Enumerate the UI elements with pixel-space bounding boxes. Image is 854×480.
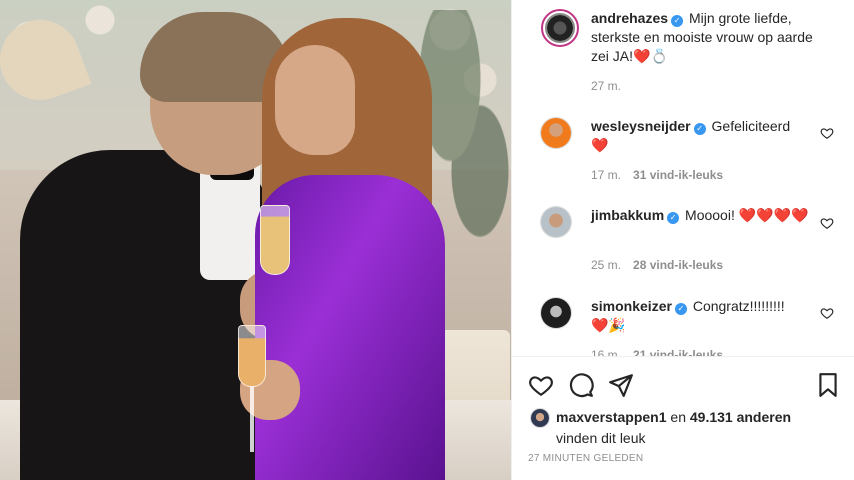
comment-text: Gefeliciteerd [711,118,791,134]
photo-champagne-glass-2 [238,325,266,387]
liked-by-username[interactable]: maxverstappen1 [556,409,667,425]
author-username[interactable]: andrehazes [591,10,668,26]
verified-badge-icon: ✓ [667,212,680,224]
comment-item: simonkeizer ✓ Congratz!!!!!!!!! ❤️🎉 16 m.… [528,297,844,356]
comment-text-block: wesleysneijder ✓ Gefeliciteerd ❤️ [591,117,823,155]
photo-champagne-glass-1 [260,205,290,275]
comment-like-heart-icon[interactable] [820,216,834,230]
avatar-image [541,298,571,328]
bookmark-icon[interactable] [815,372,841,398]
comment-time[interactable]: 17 m. [591,168,621,182]
verified-badge-icon: ✓ [693,123,706,135]
avatar-image [541,207,571,237]
photo-glass-stem [250,387,254,452]
comment-bubble-icon[interactable] [568,372,594,398]
comment-emoji: ❤️🎉 [591,317,626,333]
comment-likes[interactable]: 28 vind-ik-leuks [633,258,723,272]
comments-scroll-area[interactable]: andrehazes ✓ Mijn grote liefde, sterkste … [512,0,854,356]
comment-username[interactable]: jimbakkum [591,207,664,223]
comment-like-heart-icon[interactable] [820,306,834,320]
commenter-avatar[interactable] [540,297,572,329]
comment-time[interactable]: 25 m. [591,258,621,272]
comment-item: wesleysneijder ✓ Gefeliciteerd ❤️ 17 m. 31… [528,117,844,197]
comment-text: Mooooi! [685,207,735,223]
liked-by-suffix: vinden dit leuk [556,430,646,447]
comment-likes[interactable]: 31 vind-ik-leuks [633,168,723,182]
liked-by-count[interactable]: 49.131 anderen [690,409,791,425]
verified-badge-icon: ✓ [674,303,687,315]
comment-meta: 17 m. 31 vind-ik-leuks [591,168,723,182]
comment-username[interactable]: simonkeizer [591,298,672,314]
comment-username[interactable]: wesleysneijder [591,118,691,134]
caption-text-block: andrehazes ✓ Mijn grote liefde, sterkste … [591,9,823,66]
verified-badge-icon: ✓ [671,15,684,27]
comment-text-block: simonkeizer ✓ Congratz!!!!!!!!! ❤️🎉 [591,297,823,335]
paper-plane-icon[interactable] [608,372,634,398]
post-timestamp[interactable]: 27 MINUTEN GELEDEN [528,453,643,464]
liked-by-connector: en [670,409,686,425]
post-actions-footer: maxverstappen1 en 49.131 anderen vinden … [512,356,854,480]
comment-like-heart-icon[interactable] [820,126,834,140]
avatar-image [541,118,571,148]
comment-emoji: ❤️ [591,137,609,153]
author-avatar[interactable] [541,9,579,47]
commenter-avatar[interactable] [540,117,572,149]
caption-time[interactable]: 27 m. [591,79,621,93]
comment-meta: 16 m. 21 vind-ik-leuks [591,348,723,356]
like-heart-icon[interactable] [528,372,554,398]
caption-emoji: ❤️💍 [633,48,668,64]
instagram-post: andrehazes ✓ Mijn grote liefde, sterkste … [0,0,854,480]
comment-text: Congratz!!!!!!!!! [692,298,785,314]
comment-time[interactable]: 16 m. [591,348,621,356]
comment-likes[interactable]: 21 vind-ik-leuks [633,348,723,356]
liked-by-avatar[interactable] [530,408,550,429]
post-photo[interactable] [0,0,511,480]
post-caption: andrehazes ✓ Mijn grote liefde, sterkste … [528,9,844,99]
comment-text-block: jimbakkum ✓ Mooooi! ❤️❤️❤️❤️ [591,206,823,225]
liked-by-summary: maxverstappen1 en 49.131 anderen vinden … [530,407,830,448]
comment-item: jimbakkum ✓ Mooooi! ❤️❤️❤️❤️ 25 m. 28 vind… [528,206,844,286]
comment-emoji: ❤️❤️❤️❤️ [738,207,809,223]
post-side-panel: andrehazes ✓ Mijn grote liefde, sterkste … [511,0,854,480]
photo-bride-face [275,45,355,155]
comment-meta: 25 m. 28 vind-ik-leuks [591,258,723,272]
commenter-avatar[interactable] [540,206,572,238]
author-avatar-image [545,13,575,43]
liked-by-avatar-image [531,409,549,428]
